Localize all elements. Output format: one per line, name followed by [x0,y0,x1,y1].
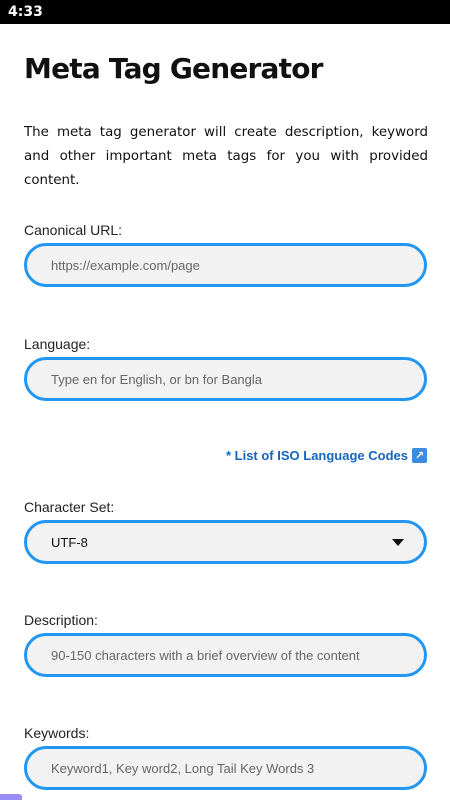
description-label: Description: [24,612,98,628]
character-set-value: UTF-8 [51,534,88,550]
canonical-url-placeholder: https://example.com/page [51,257,200,273]
status-time: 4:33 [8,4,43,20]
canonical-url-input[interactable]: https://example.com/page [24,243,427,287]
canonical-url-label: Canonical URL: [24,222,123,238]
chevron-down-icon [392,538,404,546]
description-input[interactable]: 90-150 characters with a brief overview … [24,633,427,677]
intro-text: The meta tag generator will create descr… [24,125,428,188]
page-title: Meta Tag Generator [24,52,323,85]
nav-handle[interactable] [0,794,22,800]
keywords-input[interactable]: Keyword1, Key word2, Long Tail Key Words… [24,746,427,790]
character-set-select[interactable]: UTF-8 [24,520,427,564]
iso-language-codes-link[interactable]: * List of ISO Language Codes ↗ [226,448,427,463]
external-link-icon: ↗ [412,448,427,463]
keywords-label: Keywords: [24,725,90,741]
language-label: Language: [24,336,91,352]
character-set-label: Character Set: [24,499,115,515]
language-input[interactable]: Type en for English, or bn for Bangla [24,357,427,401]
keywords-placeholder: Keyword1, Key word2, Long Tail Key Words… [51,760,315,776]
page-content: Meta Tag Generator The meta tag generato… [0,24,450,800]
description-placeholder: 90-150 characters with a brief overview … [51,647,360,663]
iso-link-text: * List of ISO Language Codes [225,448,408,463]
language-placeholder: Type en for English, or bn for Bangla [51,371,263,387]
status-bar: 4:33 [0,0,450,24]
